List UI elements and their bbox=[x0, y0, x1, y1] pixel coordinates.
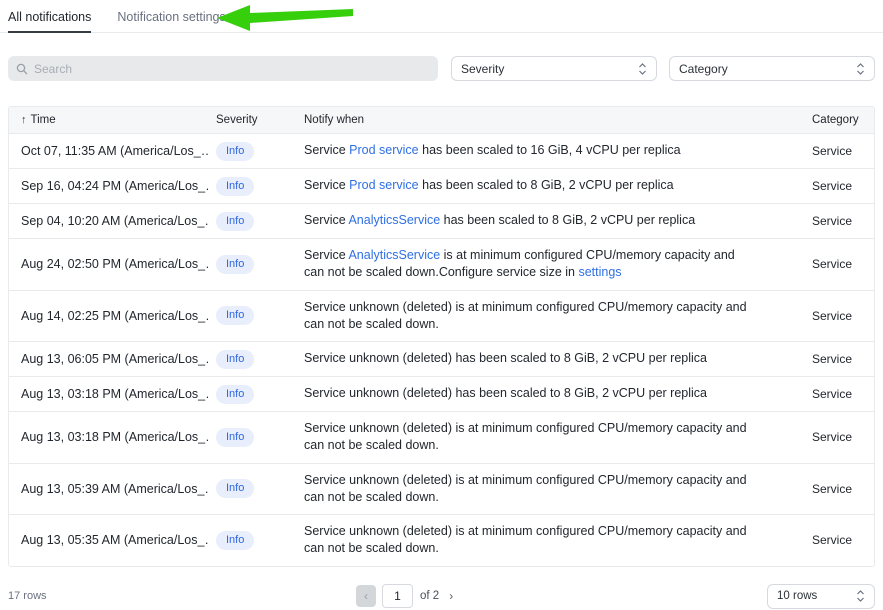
cell-notify: Service Prod service has been scaled to … bbox=[292, 169, 762, 202]
severity-badge: Info bbox=[216, 212, 254, 231]
cell-severity: Info bbox=[208, 344, 292, 375]
filter-row: Severity Category bbox=[8, 56, 875, 81]
cell-severity: Info bbox=[208, 300, 292, 331]
severity-badge: Info bbox=[216, 385, 254, 404]
search-box[interactable] bbox=[8, 56, 438, 81]
severity-badge: Info bbox=[216, 142, 254, 161]
page-size-select[interactable]: 10 rows bbox=[767, 584, 875, 609]
table-header-row: ↑ Time Severity Notify when Category bbox=[9, 107, 874, 134]
notifications-table: ↑ Time Severity Notify when Category Oct… bbox=[8, 106, 875, 567]
cell-time: Aug 13, 05:35 AM (America/Los_… bbox=[9, 523, 208, 557]
cell-category: Service bbox=[812, 420, 874, 454]
severity-badge: Info bbox=[216, 255, 254, 274]
cell-severity: Info bbox=[208, 379, 292, 410]
table-footer: 17 rows ‹ of 2 › 10 rows bbox=[8, 584, 875, 609]
next-page-button[interactable]: › bbox=[449, 589, 453, 603]
cell-severity: Info bbox=[208, 422, 292, 453]
cell-notify: Service unknown (deleted) has been scale… bbox=[292, 342, 762, 375]
cell-time: Oct 07, 11:35 AM (America/Los_… bbox=[9, 134, 208, 168]
search-input[interactable] bbox=[34, 62, 430, 76]
cell-time: Aug 13, 06:05 PM (America/Los_… bbox=[9, 342, 208, 376]
table-row[interactable]: Aug 13, 06:05 PM (America/Los_… Info Ser… bbox=[9, 342, 874, 377]
tab-notification-settings[interactable]: Notification settings bbox=[117, 0, 225, 32]
cell-time: Aug 13, 03:18 PM (America/Los_… bbox=[9, 377, 208, 411]
cell-notify: Service AnalyticsService is at minimum c… bbox=[292, 239, 762, 290]
cell-severity: Info bbox=[208, 171, 292, 202]
sort-asc-icon: ↑ bbox=[21, 114, 27, 126]
severity-badge: Info bbox=[216, 350, 254, 369]
category-select-label: Category bbox=[679, 62, 728, 76]
cell-category: Service bbox=[812, 169, 874, 203]
table-row[interactable]: Aug 13, 03:18 PM (America/Los_… Info Ser… bbox=[9, 377, 874, 412]
notify-link[interactable]: AnalyticsService bbox=[348, 213, 440, 227]
cell-category: Service bbox=[812, 523, 874, 557]
tab-all-notifications[interactable]: All notifications bbox=[8, 0, 91, 33]
cell-notify: Service Prod service has been scaled to … bbox=[292, 134, 762, 167]
chevron-updown-icon bbox=[856, 62, 865, 76]
cell-category: Service bbox=[812, 134, 874, 168]
cell-category: Service bbox=[812, 247, 874, 281]
category-select[interactable]: Category bbox=[669, 56, 875, 81]
table-row[interactable]: Sep 16, 04:24 PM (America/Los_… Info Ser… bbox=[9, 169, 874, 204]
page-size-label: 10 rows bbox=[777, 590, 817, 602]
cell-time: Aug 13, 05:39 AM (America/Los_… bbox=[9, 472, 208, 506]
chevron-right-icon: › bbox=[449, 589, 453, 603]
cell-severity: Info bbox=[208, 136, 292, 167]
tab-bar: All notifications Notification settings bbox=[0, 0, 883, 33]
cell-category: Service bbox=[812, 377, 874, 411]
cell-notify: Service unknown (deleted) has been scale… bbox=[292, 377, 762, 410]
table-row[interactable]: Oct 07, 11:35 AM (America/Los_… Info Ser… bbox=[9, 134, 874, 169]
cell-category: Service bbox=[812, 299, 874, 333]
cell-time: Sep 16, 04:24 PM (America/Los_… bbox=[9, 169, 208, 203]
severity-badge: Info bbox=[216, 306, 254, 325]
notify-link[interactable]: Prod service bbox=[349, 178, 418, 192]
table-row[interactable]: Aug 24, 02:50 PM (America/Los_… Info Ser… bbox=[9, 239, 874, 291]
chevron-left-icon: ‹ bbox=[364, 589, 368, 603]
severity-badge: Info bbox=[216, 479, 254, 498]
notify-link[interactable]: AnalyticsService bbox=[348, 248, 440, 262]
cell-notify: Service unknown (deleted) is at minimum … bbox=[292, 412, 762, 463]
cell-notify: Service unknown (deleted) is at minimum … bbox=[292, 464, 762, 515]
column-header-category[interactable]: Category bbox=[812, 107, 874, 133]
severity-badge: Info bbox=[216, 428, 254, 447]
row-count-label: 17 rows bbox=[8, 590, 47, 602]
cell-severity: Info bbox=[208, 249, 292, 280]
pagination: ‹ of 2 › bbox=[356, 584, 453, 608]
notify-link[interactable]: settings bbox=[578, 265, 621, 279]
table-row[interactable]: Sep 04, 10:20 AM (America/Los_… Info Ser… bbox=[9, 204, 874, 239]
search-icon bbox=[16, 63, 28, 75]
cell-notify: Service unknown (deleted) is at minimum … bbox=[292, 291, 762, 342]
cell-time: Aug 24, 02:50 PM (America/Los_… bbox=[9, 247, 208, 281]
cell-category: Service bbox=[812, 342, 874, 376]
chevron-updown-icon bbox=[856, 589, 865, 603]
cell-time: Sep 04, 10:20 AM (America/Los_… bbox=[9, 204, 208, 238]
column-header-time-label: Time bbox=[31, 114, 56, 126]
cell-time: Aug 13, 03:18 PM (America/Los_… bbox=[9, 420, 208, 454]
table-body: Oct 07, 11:35 AM (America/Los_… Info Ser… bbox=[9, 134, 874, 566]
table-row[interactable]: Aug 13, 05:39 AM (America/Los_… Info Ser… bbox=[9, 464, 874, 516]
cell-time: Aug 14, 02:25 PM (America/Los_… bbox=[9, 299, 208, 333]
cell-category: Service bbox=[812, 472, 874, 506]
cell-notify: Service AnalyticsService has been scaled… bbox=[292, 204, 762, 237]
cell-notify: Service unknown (deleted) is at minimum … bbox=[292, 515, 762, 566]
column-header-notify-when[interactable]: Notify when bbox=[292, 107, 812, 133]
cell-severity: Info bbox=[208, 473, 292, 504]
table-row[interactable]: Aug 14, 02:25 PM (America/Los_… Info Ser… bbox=[9, 291, 874, 343]
column-header-time[interactable]: ↑ Time bbox=[9, 107, 208, 133]
page-number-input[interactable] bbox=[382, 584, 413, 608]
previous-page-button[interactable]: ‹ bbox=[356, 585, 376, 607]
cell-severity: Info bbox=[208, 206, 292, 237]
severity-badge: Info bbox=[216, 177, 254, 196]
column-header-severity[interactable]: Severity bbox=[208, 107, 292, 133]
table-row[interactable]: Aug 13, 05:35 AM (America/Los_… Info Ser… bbox=[9, 515, 874, 566]
severity-badge: Info bbox=[216, 531, 254, 550]
notify-link[interactable]: Prod service bbox=[349, 143, 418, 157]
chevron-updown-icon bbox=[638, 62, 647, 76]
cell-severity: Info bbox=[208, 525, 292, 556]
severity-select[interactable]: Severity bbox=[451, 56, 657, 81]
page-total-label: of 2 bbox=[420, 590, 439, 602]
table-row[interactable]: Aug 13, 03:18 PM (America/Los_… Info Ser… bbox=[9, 412, 874, 464]
cell-category: Service bbox=[812, 204, 874, 238]
severity-select-label: Severity bbox=[461, 62, 504, 76]
